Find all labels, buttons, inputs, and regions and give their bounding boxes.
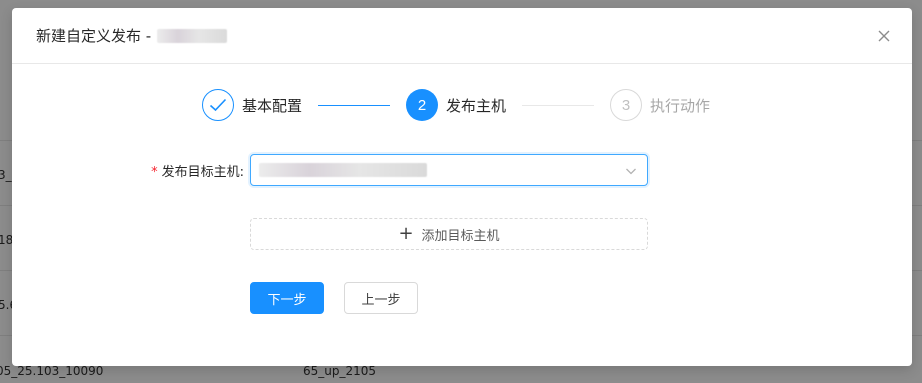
modal-header: 新建自定义发布 - (12, 8, 912, 64)
step-connector (522, 104, 595, 106)
step-1-label: 基本配置 (242, 96, 303, 115)
step-1-indicator (202, 89, 234, 121)
target-host-label: * 发布目标主机: (151, 161, 244, 180)
step-basic-config: 基本配置 (202, 89, 302, 121)
close-icon (878, 30, 890, 42)
step-2-indicator: 2 (406, 89, 439, 121)
plus-icon: + (398, 223, 414, 244)
modal-title-text: 新建自定义发布 - (36, 27, 152, 45)
step-execute-actions: 3 执行动作 (610, 89, 710, 121)
add-target-host-label: 添加目标主机 (421, 228, 500, 244)
create-release-modal: 新建自定义发布 - 基本配置 2 发布主机 3 执行动作 * 发布目标主机: +… (12, 8, 912, 366)
next-step-button[interactable]: 下一步 (250, 282, 324, 314)
step-3-indicator: 3 (610, 89, 643, 121)
chevron-down-icon (626, 168, 636, 175)
target-host-select[interactable] (250, 154, 648, 186)
close-button[interactable] (868, 20, 900, 52)
required-mark: * (151, 165, 158, 180)
add-target-host-button[interactable]: + 添加目标主机 (250, 218, 648, 250)
step-connector (318, 104, 391, 106)
step-2-label: 发布主机 (446, 96, 507, 115)
target-host-form-item: * 发布目标主机: (12, 154, 912, 186)
step-3-label: 执行动作 (650, 96, 711, 115)
steps: 基本配置 2 发布主机 3 执行动作 (202, 88, 710, 122)
modal-title: 新建自定义发布 - (36, 25, 228, 46)
prev-step-button[interactable]: 上一步 (344, 282, 418, 314)
redacted-selected-host (259, 163, 427, 177)
check-icon (209, 98, 227, 112)
redacted-app-name (157, 28, 228, 43)
step-publish-hosts: 2 发布主机 (406, 89, 506, 121)
target-host-label-text: 发布目标主机: (161, 165, 244, 180)
